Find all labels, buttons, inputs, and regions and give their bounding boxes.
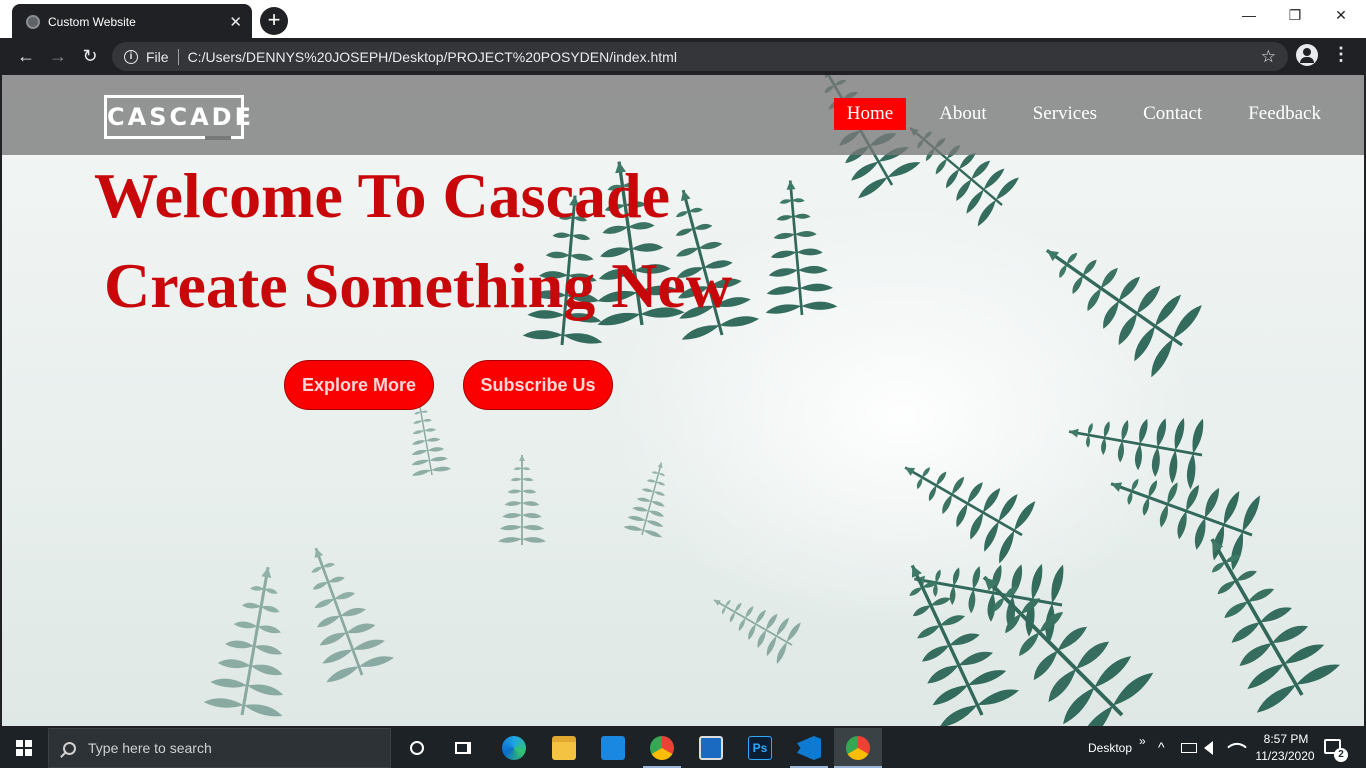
lenovo-icon[interactable] [699, 736, 723, 760]
subscribe-button[interactable]: Subscribe Us [463, 360, 613, 410]
back-button[interactable]: ← [10, 41, 42, 73]
explore-more-button[interactable]: Explore More [284, 360, 434, 410]
forward-button[interactable]: → [42, 41, 74, 73]
cortana-icon[interactable] [395, 728, 439, 768]
maximize-button[interactable]: ❐ [1272, 0, 1318, 30]
file-explorer-icon[interactable] [552, 736, 576, 760]
bookmark-star-icon[interactable]: ☆ [1261, 47, 1276, 67]
reload-button[interactable]: ↻ [74, 41, 106, 73]
chrome-icon[interactable] [846, 736, 870, 760]
new-tab-button[interactable]: + [260, 7, 288, 35]
site-logo[interactable]: CASCADE [104, 95, 251, 140]
info-icon[interactable]: i [124, 49, 138, 64]
tab-close-icon[interactable]: ✕ [229, 13, 242, 31]
wifi-icon[interactable] [1227, 737, 1247, 757]
photoshop-icon[interactable]: Ps [748, 736, 772, 760]
toolbar: ← → ↻ i File C:/Users/DENNYS%20JOSEPH/De… [0, 38, 1366, 75]
chrome-icon[interactable] [650, 736, 674, 760]
divider [177, 48, 179, 65]
nav-feedback[interactable]: Feedback [1235, 98, 1334, 130]
address-bar[interactable]: i File C:/Users/DENNYS%20JOSEPH/Desktop/… [112, 42, 1288, 71]
globe-icon [26, 15, 40, 29]
site-navbar: CASCADE Home About Services Contact Feed… [2, 75, 1364, 155]
battery-icon[interactable] [1181, 743, 1197, 753]
protocol-label: File [146, 48, 169, 65]
main-menu: Home About Services Contact Feedback [814, 98, 1334, 130]
desktop-toolbar-label[interactable]: Desktop [1088, 741, 1132, 755]
notification-badge: 2 [1334, 748, 1348, 762]
nav-home[interactable]: Home [833, 98, 907, 130]
search-icon [63, 741, 76, 755]
search-placeholder: Type here to search [88, 740, 212, 756]
nav-contact[interactable]: Contact [1130, 98, 1215, 130]
clock-time[interactable]: 8:57 PM [1261, 732, 1311, 746]
start-button[interactable] [0, 728, 48, 768]
close-window-button[interactable]: ✕ [1318, 0, 1364, 30]
tab-strip: Custom Website ✕ + — ❐ ✕ [0, 0, 1366, 40]
hero-heading: Welcome To Cascade [94, 160, 670, 231]
url-text[interactable]: C:/Users/DENNYS%20JOSEPH/Desktop/PROJECT… [188, 49, 677, 65]
browser-tab[interactable]: Custom Website ✕ [12, 4, 252, 40]
clock-date[interactable]: 11/23/2020 [1252, 749, 1318, 763]
volume-icon[interactable] [1204, 741, 1213, 755]
taskbar-search-box[interactable]: Type here to search [48, 728, 391, 768]
show-hidden-icons-chevron[interactable]: ^ [1158, 739, 1165, 755]
edge-icon[interactable] [502, 736, 526, 760]
mail-icon[interactable] [601, 736, 625, 760]
windows-taskbar: Type here to search Ps Desktop » ^ 8:57 … [0, 728, 1366, 768]
nav-about[interactable]: About [926, 98, 1000, 130]
tab-title: Custom Website [48, 15, 136, 29]
minimize-button[interactable]: — [1226, 0, 1272, 30]
nav-services[interactable]: Services [1020, 98, 1110, 130]
windows-logo-icon [16, 740, 32, 756]
vscode-icon[interactable] [797, 736, 821, 760]
profile-avatar-icon[interactable] [1296, 44, 1318, 66]
task-view-icon[interactable] [441, 728, 485, 768]
hero-subheading: Create Something New [104, 250, 733, 321]
browser-menu-icon[interactable]: ⋮ [1332, 44, 1350, 65]
page-viewport: CASCADE Home About Services Contact Feed… [2, 75, 1364, 726]
toolbar-chevron-icon[interactable]: » [1139, 734, 1146, 748]
